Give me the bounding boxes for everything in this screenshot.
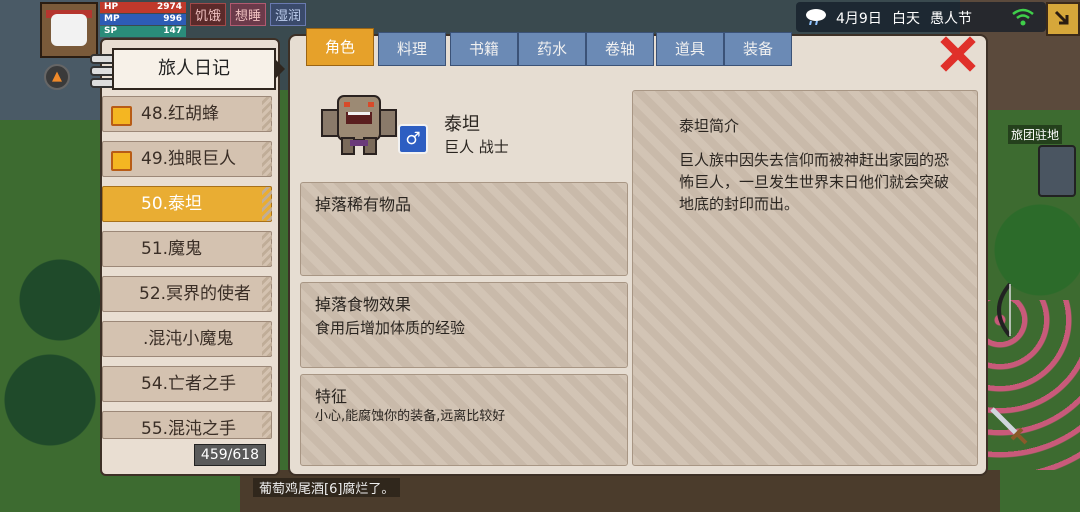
titan-monster-sprite bbox=[321, 95, 397, 155]
entry-label: 49.独眼巨人 bbox=[141, 149, 237, 169]
status-hungry: 饥饿 bbox=[190, 3, 227, 26]
rain-cloud-icon bbox=[806, 9, 826, 25]
weather-date-bar: 4月9日 白天 愚人节 bbox=[796, 2, 1046, 32]
tab-character[interactable]: 角色 bbox=[306, 28, 374, 66]
diary-entry-51[interactable]: 51.魔鬼 bbox=[102, 231, 272, 267]
trait-text: 小心,能腐蚀你的装备,远离比较好 bbox=[315, 409, 506, 424]
trait-title: 特征 bbox=[315, 387, 348, 406]
entry-label: 51.魔鬼 bbox=[141, 239, 203, 259]
diary-title-text: 旅人日记 bbox=[158, 58, 230, 79]
phone-icon[interactable] bbox=[1038, 145, 1076, 197]
monster-name: 泰坦 bbox=[444, 114, 480, 135]
arrow-corner-icon bbox=[1054, 10, 1069, 25]
mp-bar: MP 996 bbox=[100, 14, 186, 25]
diary-progress-counter: 459/618 bbox=[194, 444, 266, 466]
tab-books[interactable]: 书籍 bbox=[450, 32, 518, 66]
status-wet: 湿润 bbox=[270, 3, 307, 26]
close-icon[interactable] bbox=[938, 34, 978, 74]
hp-value: 2974 bbox=[156, 2, 182, 12]
rare-drop-title: 掉落稀有物品 bbox=[315, 195, 412, 214]
pointer-arrow-icon bbox=[274, 58, 285, 80]
wifi-icon bbox=[1012, 8, 1034, 26]
sp-bar: SP 147 bbox=[100, 26, 186, 37]
tab-potions[interactable]: 药水 bbox=[518, 32, 586, 66]
intro-text: 巨人族中因失去信仰而被神赶出家园的恐怖巨人，一旦发生世界末日他们就会突破地底的封… bbox=[679, 151, 950, 213]
entry-label: 48.红胡蜂 bbox=[141, 104, 220, 124]
mp-value: 996 bbox=[163, 14, 182, 24]
avatar-face bbox=[51, 14, 87, 46]
page-edge bbox=[262, 187, 272, 221]
food-effect-title: 掉落食物效果 bbox=[315, 295, 412, 314]
minimize-map-button[interactable] bbox=[1046, 2, 1080, 36]
player-stat-bars: HP 2974 MP 996 SP 147 bbox=[100, 2, 186, 38]
trait-section: 特征 小心,能腐蚀你的装备,远离比较好 bbox=[300, 374, 628, 466]
player-avatar[interactable] bbox=[40, 2, 98, 58]
tab-items[interactable]: 道具 bbox=[656, 32, 724, 66]
diary-entry-55[interactable]: 55.混沌之手 bbox=[102, 411, 272, 439]
bow-icon[interactable] bbox=[986, 282, 1020, 338]
food-effect-section: 掉落食物效果 食用后增加体质的经验 bbox=[300, 282, 628, 368]
monster-type: 巨人 战士 bbox=[444, 138, 509, 156]
diary-entry-53[interactable]: .混沌小魔鬼 bbox=[102, 321, 272, 357]
diary-title: 旅人日记 bbox=[112, 48, 285, 90]
sp-value: 147 bbox=[163, 26, 182, 36]
page-edge bbox=[262, 232, 272, 266]
hp-label: HP bbox=[104, 2, 119, 12]
page-edge bbox=[262, 97, 272, 131]
entry-label: 52.冥界的使者 bbox=[139, 284, 252, 304]
food-effect-text: 食用后增加体质的经验 bbox=[315, 319, 466, 337]
diary-entry-52[interactable]: 52.冥界的使者 bbox=[102, 276, 272, 312]
hp-bar: HP 2974 bbox=[100, 2, 186, 13]
status-sleepy: 想睡 bbox=[230, 3, 267, 26]
tab-equipment[interactable]: 装备 bbox=[724, 32, 792, 66]
rare-drop-section: 掉落稀有物品 bbox=[300, 182, 628, 276]
page-edge bbox=[262, 142, 272, 176]
monster-detail-panel: 角色 料理 书籍 药水 卷轴 道具 装备 ♂ 泰坦 巨人 战士 掉落稀有物品 掉… bbox=[288, 28, 988, 476]
book-icon bbox=[111, 106, 132, 126]
tab-scrolls[interactable]: 卷轴 bbox=[586, 32, 654, 66]
entry-label: 50.泰坦 bbox=[141, 194, 203, 214]
time-of-day: 白天 bbox=[892, 11, 920, 27]
date-text: 4月9日 bbox=[836, 11, 882, 27]
diary-entry-48[interactable]: 48.红胡蜂 bbox=[102, 96, 272, 132]
tab-cooking[interactable]: 料理 bbox=[378, 32, 446, 66]
diary-entry-49[interactable]: 49.独眼巨人 bbox=[102, 141, 272, 177]
sp-label: SP bbox=[104, 26, 118, 36]
entry-label: .混沌小魔鬼 bbox=[143, 329, 234, 349]
monster-intro-section: 泰坦简介 巨人族中因失去信仰而被神赶出家园的恐怖巨人，一旦发生世界末日他们就会突… bbox=[632, 90, 978, 466]
message-toast: 葡萄鸡尾酒[6]腐烂了。 bbox=[253, 478, 401, 497]
mp-label: MP bbox=[104, 14, 120, 24]
entry-label: 54.亡者之手 bbox=[141, 374, 237, 394]
diary-entry-50[interactable]: 50.泰坦 bbox=[102, 186, 272, 222]
page-edge bbox=[262, 367, 272, 401]
book-icon bbox=[111, 151, 132, 171]
diary-entry-54[interactable]: 54.亡者之手 bbox=[102, 366, 272, 402]
entry-label: 55.混沌之手 bbox=[141, 419, 237, 439]
fire-icon[interactable]: ▲ bbox=[44, 64, 70, 90]
camp-label[interactable]: 旅团驻地 bbox=[1008, 125, 1063, 144]
page-edge bbox=[262, 322, 272, 356]
page-edge bbox=[262, 277, 272, 311]
traveler-diary-panel: 旅人日记 48.红胡蜂 49.独眼巨人 50.泰坦 51.魔鬼 52.冥界的使者… bbox=[90, 38, 285, 476]
male-gender-icon: ♂ bbox=[398, 124, 428, 154]
intro-title: 泰坦简介 bbox=[679, 117, 740, 135]
sword-icon[interactable] bbox=[988, 405, 1028, 445]
page-edge bbox=[262, 412, 271, 438]
festival-text: 愚人节 bbox=[930, 11, 972, 27]
